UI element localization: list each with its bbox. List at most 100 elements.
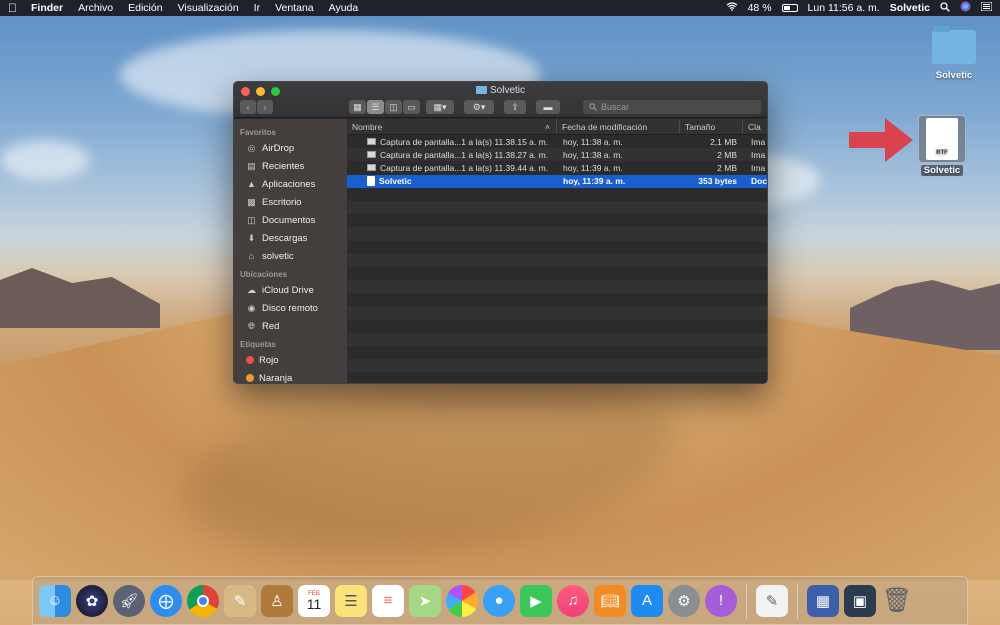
sidebar-item-tag-naranja[interactable]: Naranja xyxy=(234,369,347,383)
column-header-date[interactable]: Fecha de modificación xyxy=(557,119,680,134)
sidebar-item-label: Documentos xyxy=(262,214,316,226)
chrome-icon[interactable] xyxy=(187,584,219,617)
search-icon xyxy=(589,103,597,111)
empty-row xyxy=(347,306,767,320)
view-mode-group: ▦ ☰ ◫ ▭ xyxy=(349,100,420,114)
back-button[interactable]: ‹ xyxy=(240,100,256,114)
battery-percentage[interactable]: 48 % xyxy=(748,2,772,14)
tags-button[interactable]: ▬ xyxy=(536,100,560,114)
app-store-icon[interactable]: A xyxy=(631,584,663,617)
facetime-icon[interactable]: ▶ xyxy=(520,584,552,617)
menu-ir[interactable]: Ir xyxy=(254,2,260,14)
books-icon[interactable]: 📖︎ xyxy=(594,584,626,617)
safari-icon[interactable]: ⨁ xyxy=(150,584,182,617)
sidebar-heading-tags: Etiquetas xyxy=(240,340,277,349)
file-name: Captura de pantalla...1 a la(s) 11.39.44… xyxy=(347,163,557,173)
gallery-view-button[interactable]: ▭ xyxy=(403,100,420,114)
file-rows: Captura de pantalla...1 a la(s) 11.38.15… xyxy=(347,135,767,383)
file-selection-highlight: RTF xyxy=(918,115,966,163)
menu-ventana[interactable]: Ventana xyxy=(275,2,314,14)
column-view-button[interactable]: ◫ xyxy=(385,100,402,114)
sidebar-item-solvetic[interactable]: ⌂ solvetic xyxy=(234,247,347,265)
calendar-day: 11 xyxy=(306,595,322,612)
calendar-icon[interactable]: FEB 11 xyxy=(298,584,330,617)
finder-icon[interactable]: ☺ xyxy=(39,584,71,617)
sidebar-item-documentos[interactable]: ◫ Documentos xyxy=(234,211,347,229)
file-row[interactable]: Captura de pantalla...1 a la(s) 11.38.15… xyxy=(347,135,767,149)
downloads-stack-icon[interactable]: ▣ xyxy=(844,584,876,617)
sidebar-item-red[interactable]: 🌐︎ Red xyxy=(234,317,347,335)
applications-folder-icon[interactable]: ▦ xyxy=(807,584,839,617)
column-kind-label: Cla xyxy=(748,121,761,132)
column-header-kind[interactable]: Cla xyxy=(743,119,767,134)
cloud xyxy=(0,140,90,180)
column-header-name[interactable]: Nombre ˄ xyxy=(347,119,557,134)
group-button[interactable]: ▦▾ xyxy=(426,100,454,114)
column-header-size[interactable]: Tamaño xyxy=(680,119,743,134)
textedit-icon[interactable]: ✎ xyxy=(756,584,788,617)
sidebar-item-airdrop[interactable]: ◎ AirDrop xyxy=(234,139,347,157)
notes-icon[interactable]: ☰ xyxy=(335,584,367,617)
wifi-icon[interactable] xyxy=(726,2,738,14)
share-button[interactable]: ⇧ xyxy=(504,100,526,114)
file-row[interactable]: Solvetic hoy, 11:39 a. m. 353 bytes Doc xyxy=(347,174,767,188)
remote-disc-icon: ◉ xyxy=(247,302,256,313)
icon-view-button[interactable]: ▦ xyxy=(349,100,366,114)
menu-archivo[interactable]: Archivo xyxy=(78,2,113,14)
file-row[interactable]: Captura de pantalla...1 a la(s) 11.38.27… xyxy=(347,148,767,162)
file-row[interactable]: Captura de pantalla...1 a la(s) 11.39.44… xyxy=(347,161,767,175)
file-kind: Doc xyxy=(751,176,767,187)
reminders-icon[interactable]: ≡ xyxy=(372,584,404,617)
sidebar-item-icloud-drive[interactable]: ☁ iCloud Drive xyxy=(234,281,347,299)
menu-ayuda[interactable]: Ayuda xyxy=(329,2,359,14)
sidebar-item-tag-rojo[interactable]: Rojo xyxy=(234,351,347,369)
preview-icon[interactable]: ✎ xyxy=(224,584,256,617)
applications-icon: ▲ xyxy=(247,179,256,189)
action-button[interactable]: ⚙▾ xyxy=(464,100,494,114)
contacts-icon[interactable]: ♙ xyxy=(261,584,293,617)
menu-visualizacion[interactable]: Visualización xyxy=(178,2,239,14)
notification-center-icon[interactable] xyxy=(980,1,993,14)
menu-edicion[interactable]: Edición xyxy=(128,2,162,14)
apple-icon[interactable]:  xyxy=(8,1,17,15)
sidebar-item-label: iCloud Drive xyxy=(262,284,314,296)
airdrop-icon: ◎ xyxy=(247,142,256,153)
menu-app-name[interactable]: Finder xyxy=(31,2,63,14)
desktop-file-solvetic[interactable]: RTF Solvetic xyxy=(918,115,966,176)
empty-row xyxy=(347,346,767,360)
itunes-icon[interactable]: ♫ xyxy=(557,584,589,617)
sidebar-item-recientes[interactable]: ▤ Recientes xyxy=(234,157,347,175)
sidebar-item-descargas[interactable]: ⬇ Descargas xyxy=(234,229,347,247)
sidebar-item-label: Escritorio xyxy=(262,196,302,208)
folder-icon xyxy=(932,26,976,64)
user-menu[interactable]: Solvetic xyxy=(890,2,930,14)
photos-icon[interactable] xyxy=(446,584,478,617)
battery-icon[interactable] xyxy=(781,4,798,12)
sidebar-item-aplicaciones[interactable]: ▲ Aplicaciones xyxy=(234,175,347,193)
sidebar-item-disco-remoto[interactable]: ◉ Disco remoto xyxy=(234,299,347,317)
sidebar-item-label: Disco remoto xyxy=(262,302,318,314)
maps-icon[interactable]: ➤ xyxy=(409,584,441,617)
sidebar-item-label: Recientes xyxy=(262,160,305,172)
window-title-text: Solvetic xyxy=(489,85,525,96)
system-preferences-icon[interactable]: ⚙ xyxy=(668,584,700,617)
spotlight-icon[interactable] xyxy=(940,1,950,15)
list-view-button[interactable]: ☰ xyxy=(367,100,384,114)
file-name-text: Solvetic xyxy=(379,176,412,187)
sidebar-item-label: Descargas xyxy=(262,232,308,244)
clock[interactable]: Lun 11:56 a. m. xyxy=(808,2,880,14)
file-size: 2,1 MB xyxy=(710,136,737,147)
file-date: hoy, 11:39 a. m. xyxy=(563,162,623,173)
launchpad-icon[interactable]: 🚀︎ xyxy=(113,584,145,617)
search-field[interactable]: Buscar xyxy=(583,100,761,114)
forward-button[interactable]: › xyxy=(257,100,273,114)
messages-icon[interactable]: ● xyxy=(483,584,515,617)
document-icon xyxy=(367,176,375,187)
desktop-folder-solvetic[interactable]: Solvetic xyxy=(932,26,976,81)
file-size: 353 bytes xyxy=(698,176,737,187)
feedback-assistant-icon[interactable]: ! xyxy=(705,584,737,617)
siri-icon[interactable] xyxy=(960,1,971,15)
trash-icon[interactable]: 🗑︎ xyxy=(881,585,913,617)
siri-icon[interactable]: ✿ xyxy=(76,584,108,617)
sidebar-item-escritorio[interactable]: ▩ Escritorio xyxy=(234,193,347,211)
